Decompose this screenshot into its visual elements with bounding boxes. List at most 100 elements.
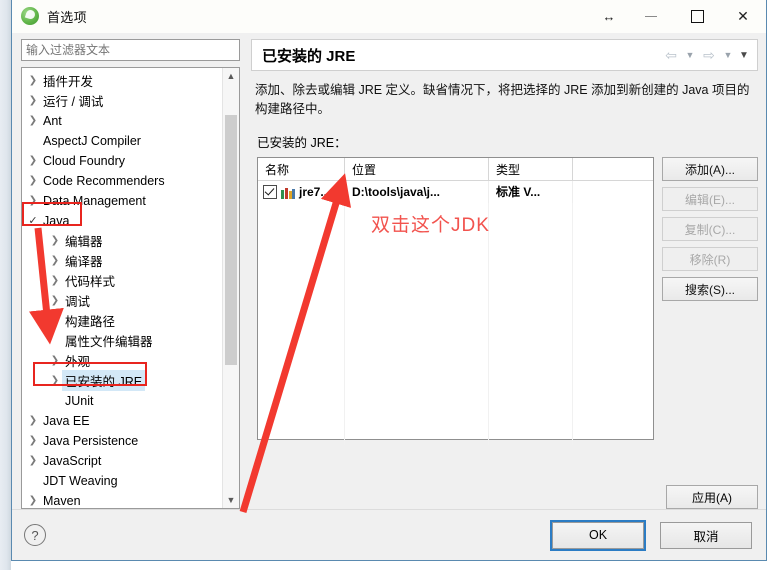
close-button[interactable]: ✕ [720, 0, 766, 32]
table-empty-row [258, 423, 653, 445]
ok-button[interactable]: OK [550, 519, 646, 551]
sidebar-item[interactable]: ❯JUnit [22, 391, 222, 411]
scrollbar-thumb[interactable] [225, 114, 237, 365]
sidebar-item[interactable]: ❯ Code Recommenders [22, 171, 222, 191]
jre-name-cell[interactable]: jre7... [258, 181, 345, 203]
resize-horizontal-icon: ↔ [602, 8, 616, 24]
sidebar-item[interactable]: ❯ 编译器 [22, 251, 222, 271]
sidebar-item[interactable]: ❯ Cloud Foundry [22, 151, 222, 171]
sidebar-item[interactable]: ❯ 构建路径 [22, 311, 222, 331]
table-empty-row [258, 291, 653, 313]
dialog-body: ❯插件开发❯运行 / 调试❯Ant❯AspectJ Compiler❯Cloud… [12, 33, 766, 509]
sidebar-item[interactable]: ❯ Data Management [22, 191, 222, 211]
arrow-left-icon[interactable]: ⇦ [661, 44, 681, 66]
sidebar-item-label: 外观 [65, 355, 91, 370]
sidebar-item[interactable]: ❯ 编辑器 [22, 231, 222, 251]
sidebar-item-label: 编译器 [65, 255, 103, 270]
table-empty-row [258, 357, 653, 379]
apply-row: 应用(A) [251, 459, 758, 509]
maximize-button[interactable] [674, 0, 720, 32]
sidebar-item-label: AspectJ Compiler [43, 133, 141, 148]
chevron-right-icon[interactable]: ❯ [26, 151, 40, 171]
chevron-right-icon[interactable]: ❯ [26, 411, 40, 431]
chevron-right-icon[interactable]: ❯ [48, 371, 62, 391]
sidebar-item[interactable]: ❯ 调试 [22, 291, 222, 311]
scrollbar-track[interactable] [223, 85, 239, 491]
sidebar-item-label: 构建路径 [65, 315, 116, 330]
table-empty-row [258, 269, 653, 291]
installed-jre-label: 已安装的 JRE： [257, 136, 347, 150]
minimize-button[interactable] [628, 0, 674, 32]
table-column-header[interactable] [573, 158, 653, 180]
chevron-right-icon[interactable]: ❯ [48, 231, 62, 251]
table-row[interactable]: jre7... D:\tools\java\j... 标准 V... [258, 181, 653, 203]
sidebar-item[interactable]: ❯ 已安装的 JRE [22, 370, 222, 392]
sidebar-item[interactable]: ❯ Maven [22, 491, 222, 508]
table-column-header[interactable]: 类型 [489, 158, 573, 180]
chevron-right-icon[interactable]: ❯ [48, 291, 62, 311]
table-header-row: 名称 位置 类型 [258, 158, 653, 181]
table-column-header[interactable]: 名称 [258, 158, 345, 180]
scroll-down-button[interactable]: ▼ [223, 491, 239, 508]
sidebar-item-label: JDT Weaving [43, 473, 118, 488]
sidebar-item[interactable]: ❯ Ant [22, 111, 222, 131]
sidebar-item-label: Cloud Foundry [43, 153, 125, 168]
table-body[interactable]: jre7... D:\tools\java\j... 标准 V... [258, 181, 653, 445]
sidebar-item[interactable]: ❯ 代码样式 [22, 271, 222, 291]
table-empty-row [258, 379, 653, 401]
chevron-right-icon[interactable]: ❯ [26, 431, 40, 451]
chevron-right-icon[interactable]: ❯ [48, 251, 62, 271]
sidebar-item-label: JUnit [65, 393, 94, 408]
chevron-right-icon[interactable]: ❯ [26, 171, 40, 191]
sidebar-item[interactable]: ❯ JavaScript [22, 451, 222, 471]
row-checkbox[interactable] [263, 185, 277, 199]
sidebar-item[interactable]: ❯ 运行 / 调试 [22, 91, 222, 111]
sidebar-item[interactable]: ❯属性文件编辑器 [22, 331, 222, 351]
preferences-tree[interactable]: ❯插件开发❯运行 / 调试❯Ant❯AspectJ Compiler❯Cloud… [22, 68, 222, 508]
back-history-chevron-down-icon[interactable]: ▼ [683, 44, 697, 66]
chevron-right-icon[interactable]: ❯ [48, 311, 62, 331]
page-menu-chevron-down-icon[interactable]: ▼ [737, 44, 751, 66]
sidebar-item[interactable]: ❯JDT Weaving [22, 471, 222, 491]
sidebar-item[interactable]: ❯AspectJ Compiler [22, 131, 222, 151]
sidebar-item[interactable]: ❯ Java EE [22, 411, 222, 431]
sidebar-item[interactable]: ❯ 插件开发 [22, 71, 222, 91]
sidebar-item[interactable]: ❯ 外观 [22, 351, 222, 371]
chevron-right-icon[interactable]: ❯ [48, 351, 62, 371]
apply-button[interactable]: 应用(A) [666, 485, 758, 509]
page-title: 已安装的 JRE [262, 47, 356, 65]
jre-type-cell: 标准 V... [489, 181, 573, 203]
chevron-right-icon[interactable]: ❯ [26, 491, 40, 508]
eclipse-circle-icon [21, 7, 39, 25]
table-column-header[interactable]: 位置 [345, 158, 489, 180]
tree-scrollbar[interactable]: ▲ ▼ [222, 67, 239, 508]
table-empty-row [258, 401, 653, 423]
table-empty-row [258, 225, 653, 247]
scroll-up-button[interactable]: ▲ [223, 68, 239, 85]
tree-spacer-icon: ❯ [48, 391, 62, 411]
background-window-sliver [0, 0, 11, 570]
arrow-right-icon[interactable]: ⇨ [699, 44, 719, 66]
chevron-right-icon[interactable]: ❯ [48, 271, 62, 291]
sidebar-item-label: Code Recommenders [43, 173, 165, 188]
sidebar-item-label: 调试 [65, 295, 91, 310]
chevron-right-icon[interactable]: ❯ [26, 111, 40, 131]
chevron-right-icon[interactable]: ❯ [26, 71, 40, 91]
chevron-right-icon[interactable]: ❯ [26, 91, 40, 111]
installed-jre-table[interactable]: 名称 位置 类型 jre7... D:\tools\java\j... 标准 V... [257, 157, 654, 445]
sidebar-item[interactable]: ❯ Java Persistence [22, 431, 222, 451]
window-controls: ↔ ✕ [596, 0, 766, 32]
jre-button-1[interactable]: 添加(A)... [662, 157, 758, 181]
sidebar-item-label: Maven [43, 493, 81, 508]
check-icon: ✓ [28, 214, 38, 227]
chevron-right-icon[interactable]: ❯ [26, 451, 40, 471]
sidebar-item-label: 插件开发 [43, 75, 94, 90]
sidebar-item[interactable]: ✓ Java [22, 211, 222, 231]
table-and-buttons: 名称 位置 类型 jre7... D:\tools\java\j... 标准 V... … [251, 157, 758, 459]
filter-input[interactable] [21, 39, 240, 61]
chevron-right-icon[interactable]: ❯ [26, 191, 40, 211]
jre-button-5[interactable]: 搜索(S)... [662, 277, 758, 301]
forward-history-chevron-down-icon[interactable]: ▼ [721, 44, 735, 66]
cancel-button[interactable]: 取消 [660, 521, 752, 549]
question-mark-icon[interactable]: ? [24, 524, 46, 546]
